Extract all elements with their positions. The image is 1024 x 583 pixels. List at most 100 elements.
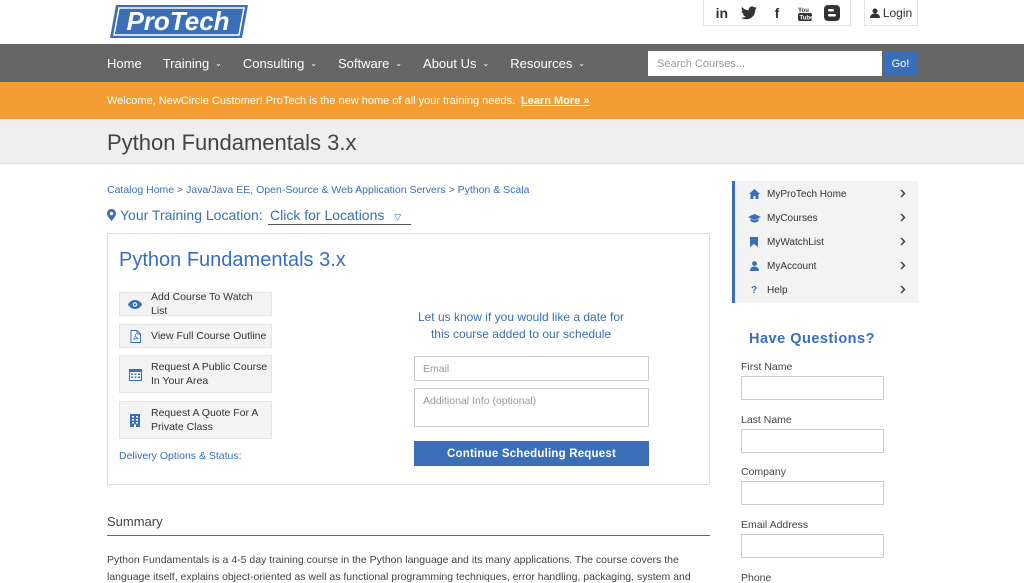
title-band: Python Fundamentals 3.x — [0, 119, 1024, 164]
question-icon: ? — [750, 284, 758, 296]
training-location: Your Training Location: — [107, 207, 263, 223]
calendar-icon — [128, 367, 142, 381]
logo-text: ProTech — [126, 6, 229, 36]
pdf-icon — [128, 329, 142, 343]
chevron-down-icon: ⌄ — [578, 58, 586, 68]
sidebar-item-label: MyProTech Home — [767, 188, 847, 200]
summary-text: Python Fundamentals is a 4-5 day trainin… — [107, 554, 691, 583]
bookmark-icon — [747, 237, 761, 247]
sidebar-item-mywatchlist[interactable]: MyWatchList — [735, 230, 918, 254]
map-pin-icon — [107, 209, 116, 221]
nav-label: Home — [107, 55, 142, 71]
course-card: Python Fundamentals 3.x Add Course To Wa… — [107, 233, 710, 485]
chevron-right-icon — [900, 285, 906, 297]
email-address-field[interactable] — [741, 534, 884, 558]
first-name-label: First Name — [741, 361, 793, 373]
request-public-course-button[interactable]: Request A Public Course In Your Area — [119, 355, 272, 393]
delivery-options-link[interactable]: Delivery Options & Status: — [119, 450, 242, 462]
view-outline-button[interactable]: View Full Course Outline — [119, 324, 272, 348]
continue-scheduling-button[interactable]: Continue Scheduling Request — [414, 441, 649, 466]
nav-item-software[interactable]: Software ⌄ — [338, 44, 402, 82]
email-field[interactable]: Email — [414, 356, 649, 381]
nav-item-training[interactable]: Training ⌄ — [163, 44, 222, 82]
learn-more-link[interactable]: Learn More » — [521, 95, 589, 107]
banner-message: Welcome, NewCircle Customer! ProTech is … — [107, 95, 516, 107]
nav-label: About Us — [423, 55, 477, 71]
sidebar-item-help[interactable]: ? Help — [735, 278, 918, 302]
phone-label: Phone — [741, 572, 772, 583]
building-icon — [128, 413, 142, 427]
login-label: Login — [882, 5, 913, 20]
chevron-down-icon: ⌄ — [395, 58, 403, 68]
action-label: View Full Course Outline — [151, 330, 267, 342]
top-bar: ProTech in f You Tube Login — [0, 0, 1024, 44]
last-name-field[interactable] — [741, 429, 884, 453]
search-go-button[interactable]: Go! — [884, 51, 917, 76]
info-placeholder: Additional Info (optional) — [423, 395, 537, 407]
facebook-icon[interactable]: f — [768, 4, 786, 22]
breadcrumb-separator: > — [177, 184, 184, 196]
nav-label: Resources — [510, 55, 573, 71]
chevron-down-icon: ▽ — [394, 212, 402, 222]
breadcrumb-separator: > — [448, 184, 455, 196]
breadcrumb-item[interactable]: Python & Scala — [458, 184, 530, 196]
login-button[interactable]: Login — [864, 0, 918, 26]
breadcrumb-item[interactable]: Catalog Home — [107, 184, 174, 196]
submit-label: Continue Scheduling Request — [447, 447, 616, 460]
sidebar-item-label: MyAccount — [767, 260, 817, 272]
add-watch-list-button[interactable]: Add Course To Watch List — [119, 291, 272, 317]
location-label: Your Training Location: — [120, 207, 263, 223]
summary-heading: Summary — [107, 514, 163, 529]
nav-item-about-us[interactable]: About Us ⌄ — [423, 44, 489, 82]
svg-text:Tube: Tube — [799, 15, 812, 21]
user-icon — [747, 261, 761, 271]
account-sidebar: MyProTech Home MyCourses MyWatchList MyA… — [732, 181, 918, 303]
last-name-label: Last Name — [741, 414, 792, 426]
sidebar-item-label: Help — [767, 284, 788, 296]
nav-item-resources[interactable]: Resources ⌄ — [510, 44, 585, 82]
linkedin-icon[interactable]: in — [713, 4, 731, 22]
company-label: Company — [741, 466, 786, 478]
nav-label: Software — [338, 55, 390, 71]
chevron-down-icon: ⌄ — [310, 58, 318, 68]
breadcrumb: Catalog Home > Java/Java EE, Open-Source… — [107, 184, 529, 196]
social-links: in f You Tube — [703, 0, 851, 26]
blogger-icon[interactable] — [823, 4, 841, 22]
sidebar-item-myprotech-home[interactable]: MyProTech Home — [735, 182, 918, 206]
nav-item-consulting[interactable]: Consulting ⌄ — [243, 44, 317, 82]
eye-icon — [128, 297, 142, 311]
search-input[interactable]: Search Courses... — [648, 51, 882, 76]
first-name-field[interactable] — [741, 376, 884, 400]
nav-item-home[interactable]: Home — [107, 44, 142, 82]
graduation-cap-icon — [747, 213, 761, 223]
nav-label: Consulting — [242, 55, 305, 71]
sidebar-item-mycourses[interactable]: MyCourses — [735, 206, 918, 230]
sidebar-item-label: MyWatchList — [767, 236, 824, 248]
chevron-right-icon — [900, 237, 906, 249]
go-label: Go! — [891, 57, 910, 70]
company-field[interactable] — [741, 481, 884, 505]
email-placeholder: Email — [423, 363, 450, 375]
questions-title: Have Questions? — [749, 331, 875, 347]
welcome-banner: Welcome, NewCircle Customer! ProTech is … — [0, 82, 1024, 119]
chevron-right-icon — [900, 261, 906, 273]
action-label: Request A Public Course In Your Area — [151, 361, 268, 387]
sidebar-item-myaccount[interactable]: MyAccount — [735, 254, 918, 278]
breadcrumb-item[interactable]: Java/Java EE, Open-Source & Web Applicat… — [186, 184, 446, 196]
schedule-prompt: Let us know if you would like a date for… — [417, 310, 625, 341]
additional-info-field[interactable]: Additional Info (optional) — [414, 388, 649, 427]
action-label: Request A Quote For A Private Class — [151, 407, 258, 433]
request-quote-button[interactable]: Request A Quote For A Private Class — [119, 401, 272, 439]
twitter-icon[interactable] — [740, 4, 758, 22]
course-title: Python Fundamentals 3.x — [119, 249, 346, 271]
youtube-icon[interactable]: You Tube — [796, 4, 814, 22]
email-address-label: Email Address — [741, 519, 809, 531]
chevron-right-icon — [900, 189, 906, 201]
main-nav: Home Training ⌄ Consulting ⌄ Software ⌄ Abo… — [0, 44, 1024, 82]
location-dropdown[interactable]: Click for Locations ▽ — [268, 207, 411, 225]
user-icon — [869, 8, 880, 18]
chevron-down-icon: ⌄ — [482, 58, 490, 68]
page-title: Python Fundamentals 3.x — [107, 130, 357, 155]
action-label: Add Course To Watch List — [151, 291, 253, 317]
protech-logo[interactable]: ProTech — [110, 3, 250, 40]
